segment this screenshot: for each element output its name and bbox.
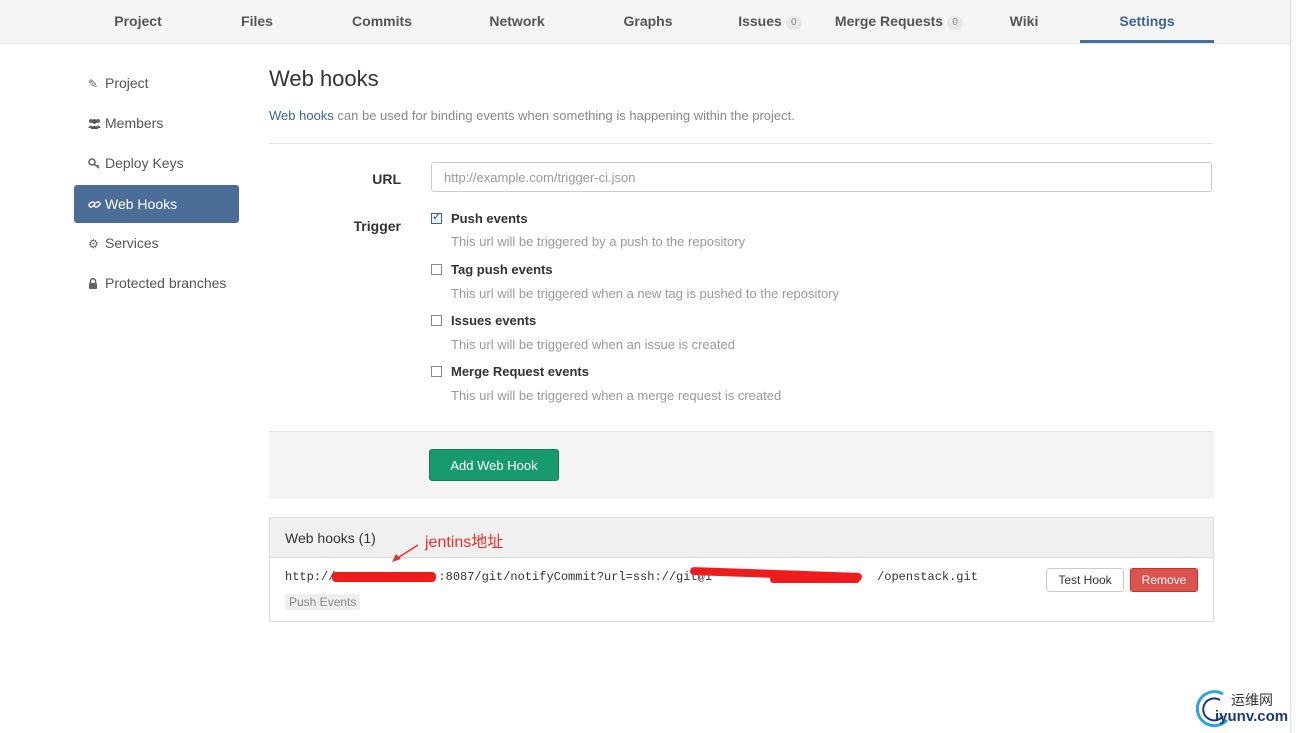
sidebar-item-services[interactable]: ⚙ Services	[74, 224, 239, 264]
panel-heading: Web hooks (1) jentins地址	[270, 518, 1213, 562]
url-label: URL	[372, 171, 401, 187]
page-scrollbar[interactable]	[1290, 0, 1296, 733]
web-hooks-help-link[interactable]: Web hooks	[269, 108, 334, 123]
project-nav: Project Files Commits Network Graphs Iss…	[0, 0, 1290, 44]
watermark-text: 运维网	[1231, 692, 1273, 708]
issues-events-label[interactable]: Issues events	[451, 313, 536, 328]
key-icon	[88, 145, 102, 183]
page-title: Web hooks	[269, 66, 379, 91]
hook-url-part: :8087/git/notifyCommit?url=ssh://git@1	[438, 570, 713, 584]
tab-label: Files	[241, 13, 273, 29]
panel-title: Web hooks (1)	[285, 530, 376, 546]
merge-request-events-label[interactable]: Merge Request events	[451, 364, 589, 379]
cogs-icon: ⚙	[88, 237, 99, 251]
merge-request-events-checkbox[interactable]	[431, 366, 442, 377]
web-hooks-list-panel: Web hooks (1) jentins地址 http:// :8087/git…	[269, 517, 1214, 622]
intro-text: can be used for binding events when some…	[333, 108, 795, 123]
sidebar-item-label: Members	[105, 115, 164, 131]
tab-project[interactable]: Project	[96, 0, 180, 43]
tag-push-events-checkbox[interactable]	[431, 264, 442, 275]
issues-events-checkbox[interactable]	[431, 315, 442, 326]
sidebar-item-label: Protected branches	[105, 275, 227, 291]
remove-hook-button[interactable]: Remove	[1130, 568, 1198, 592]
url-input[interactable]	[431, 162, 1212, 192]
tab-label: Network	[489, 13, 545, 29]
sidebar-item-label: Project	[105, 75, 149, 91]
tab-label: Project	[114, 13, 162, 29]
edit-icon: ✎	[88, 77, 99, 91]
tab-label: Settings	[1119, 13, 1175, 29]
tab-merge-requests[interactable]: Merge Requests 0	[832, 0, 966, 43]
tab-graphs[interactable]: Graphs	[607, 0, 689, 43]
sidebar-item-label: Web Hooks	[105, 196, 178, 212]
sidebar-item-deploy-keys[interactable]: Deploy Keys	[74, 144, 239, 184]
sidebar-item-protected-branches[interactable]: Protected branches	[74, 264, 239, 304]
trigger-label: Trigger	[353, 218, 401, 234]
merge-requests-count-badge: 0	[947, 16, 964, 30]
push-events-checkbox[interactable]	[431, 210, 442, 224]
merge-request-events-help: This url will be triggered when a merge …	[451, 388, 782, 403]
link-icon	[88, 186, 102, 224]
tab-files[interactable]: Files	[222, 0, 292, 43]
form-actions: Add Web Hook	[269, 431, 1214, 499]
hook-url-part: http://	[285, 570, 336, 584]
issues-events-help: This url will be triggered when an issue…	[451, 337, 735, 352]
issues-count-badge: 0	[785, 16, 802, 30]
tab-issues[interactable]: Issues 0	[734, 0, 806, 43]
sidebar-item-web-hooks[interactable]: Web Hooks	[74, 185, 239, 223]
redaction-mark	[770, 576, 860, 583]
tab-label: Issues	[738, 13, 782, 29]
test-hook-button[interactable]: Test Hook	[1046, 568, 1124, 592]
tab-network[interactable]: Network	[475, 0, 559, 43]
push-events-label[interactable]: Push events	[451, 211, 528, 226]
tab-wiki[interactable]: Wiki	[994, 0, 1054, 43]
annotation-label: jentins地址	[425, 534, 504, 551]
add-web-hook-button[interactable]: Add Web Hook	[429, 449, 559, 481]
tab-label: Graphs	[623, 13, 673, 29]
annotation-arrow-icon	[392, 544, 419, 562]
page-intro: Web hooks can be used for binding events…	[269, 108, 795, 123]
tab-commits[interactable]: Commits	[340, 0, 424, 43]
tab-label: Merge Requests	[834, 13, 944, 29]
push-events-help: This url will be triggered by a push to …	[451, 234, 746, 249]
tab-settings[interactable]: Settings	[1080, 0, 1214, 43]
tab-label: Wiki	[1009, 13, 1039, 29]
tag-push-events-label[interactable]: Tag push events	[451, 262, 553, 277]
sidebar-item-label: Deploy Keys	[105, 155, 184, 171]
site-watermark: 运维网 iyunv.com	[1193, 686, 1293, 730]
tab-label: Commits	[352, 13, 412, 29]
sidebar-item-label: Services	[105, 235, 159, 251]
sidebar-item-project[interactable]: ✎ Project	[74, 64, 239, 104]
lock-icon	[88, 265, 102, 303]
watermark-domain: iyunv.com	[1215, 708, 1289, 725]
hook-url-part: /openstack.git	[877, 570, 978, 584]
divider	[269, 143, 1214, 144]
settings-sidebar: ✎ Project Members Deploy Keys Web Hooks ⚙…	[74, 64, 239, 304]
push-events-tag: Push Events	[285, 594, 361, 610]
sidebar-item-members[interactable]: Members	[74, 104, 239, 144]
tag-push-events-help: This url will be triggered when a new ta…	[451, 286, 840, 301]
redaction-mark	[332, 572, 436, 582]
users-icon	[88, 105, 102, 143]
